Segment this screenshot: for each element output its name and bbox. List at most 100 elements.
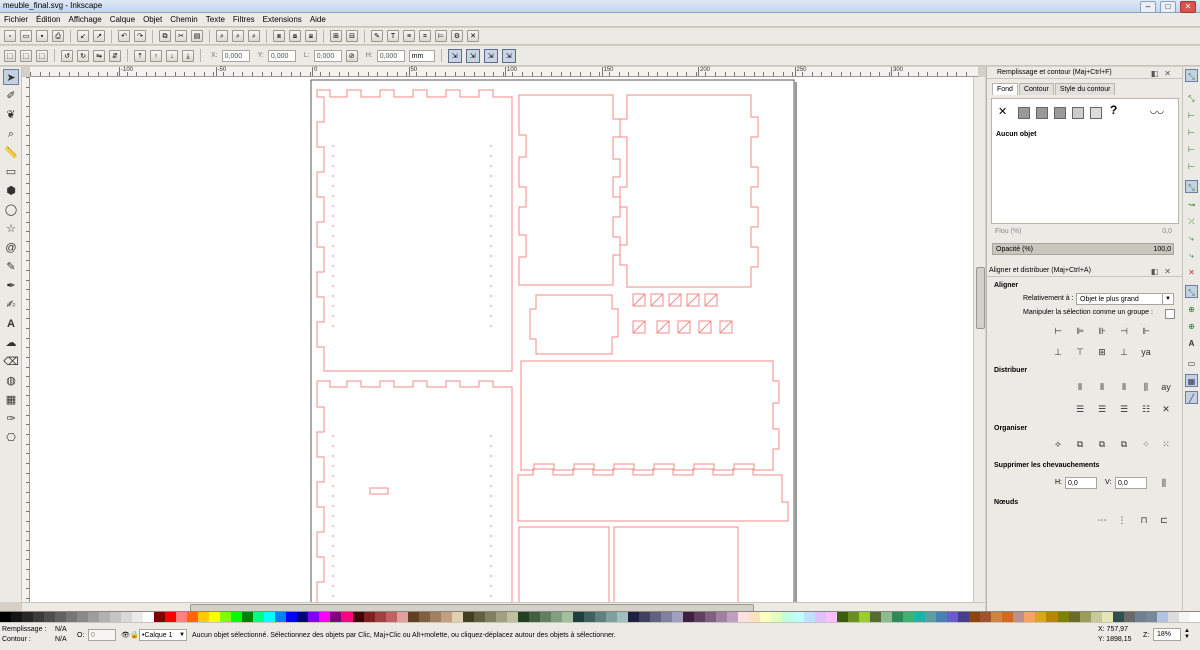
palette-swatch[interactable]: [1189, 612, 1200, 622]
menu-texte[interactable]: Texte: [206, 15, 225, 24]
zoom-tool-icon[interactable]: ⌕: [3, 126, 19, 142]
print-icon[interactable]: ⎙: [52, 30, 64, 42]
gradient-tool-icon[interactable]: ▦: [3, 392, 19, 408]
connector-tool-icon[interactable]: ⎔: [3, 430, 19, 446]
pencil-tool-icon[interactable]: ✎: [3, 259, 19, 275]
palette-swatch[interactable]: [385, 612, 397, 622]
palette-swatch[interactable]: [66, 612, 78, 622]
palette-swatch[interactable]: [1024, 612, 1036, 622]
menu-filtres[interactable]: Filtres: [233, 15, 255, 24]
lower-bottom-icon[interactable]: ⤓: [182, 49, 194, 62]
unlink-clone-icon[interactable]: ⧆: [305, 30, 317, 42]
randomize-icon[interactable]: ⁘: [1139, 437, 1153, 451]
snap-guides-icon[interactable]: ╱: [1185, 391, 1198, 404]
fill-rule-icon[interactable]: ◡◡: [1150, 106, 1164, 115]
calligraphy-tool-icon[interactable]: ✍: [3, 297, 19, 313]
maximize-button[interactable]: □: [1160, 1, 1176, 13]
palette-swatch[interactable]: [363, 612, 375, 622]
zoom-selection-icon[interactable]: ⌕: [216, 30, 228, 42]
palette-swatch[interactable]: [771, 612, 783, 622]
ungroup-icon[interactable]: ⊟: [346, 30, 358, 42]
align-right-icon[interactable]: ⊣: [1117, 324, 1131, 338]
distribute-nodes-h-icon[interactable]: ⊓: [1137, 513, 1151, 527]
pattern-icon[interactable]: [1072, 107, 1084, 119]
palette-swatch[interactable]: [1057, 612, 1069, 622]
palette-swatch[interactable]: [1068, 612, 1080, 622]
palette-swatch[interactable]: [572, 612, 584, 622]
palette-swatch[interactable]: [738, 612, 750, 622]
align-left-to-right-icon[interactable]: ⊩: [1139, 324, 1153, 338]
distribute-center-h-icon[interactable]: ⫴: [1095, 380, 1109, 394]
new-document-icon[interactable]: ▫: [4, 30, 16, 42]
distribute-left-icon[interactable]: ⫴: [1073, 380, 1087, 394]
snap-text-baseline-icon[interactable]: A: [1185, 337, 1198, 350]
palette-swatch[interactable]: [77, 612, 89, 622]
palette-swatch[interactable]: [583, 612, 595, 622]
menu-chemin[interactable]: Chemin: [170, 15, 198, 24]
tweak-tool-icon[interactable]: ❦: [3, 107, 19, 123]
palette-swatch[interactable]: [33, 612, 45, 622]
palette-swatch[interactable]: [793, 612, 805, 622]
overlap-v-input[interactable]: 0,0: [1115, 477, 1147, 489]
spray-tool-icon[interactable]: ☁: [3, 335, 19, 351]
align-right-to-left-icon[interactable]: ⊢: [1051, 324, 1065, 338]
close-button[interactable]: ✕: [1180, 1, 1196, 13]
palette-swatch[interactable]: [1134, 612, 1146, 622]
eraser-tool-icon[interactable]: ⌫: [3, 354, 19, 370]
tab-contour[interactable]: Contour: [1018, 83, 1054, 95]
align-bottom-icon[interactable]: ⊥: [1117, 345, 1131, 359]
palette-swatch[interactable]: [88, 612, 100, 622]
opacity-value[interactable]: 100,0: [1153, 244, 1171, 256]
palette-swatch[interactable]: [396, 612, 408, 622]
rotate-cw-icon[interactable]: ↻: [77, 49, 89, 62]
palette-swatch[interactable]: [187, 612, 199, 622]
palette-swatch[interactable]: [0, 612, 12, 622]
palette-swatch[interactable]: [914, 612, 926, 622]
distribute-baseline-icon[interactable]: ay: [1159, 380, 1173, 394]
clone-icon[interactable]: ⧇: [289, 30, 301, 42]
transform-gradients-toggle[interactable]: ⇲: [483, 48, 498, 63]
fill-status-value[interactable]: N/A: [55, 626, 67, 633]
palette-swatch[interactable]: [264, 612, 276, 622]
align-bottom-to-top-icon[interactable]: ⊥: [1051, 345, 1065, 359]
layer-lock-icon[interactable]: 🔒: [130, 631, 139, 639]
scale-stroke-toggle[interactable]: ⇲: [447, 48, 462, 63]
palette-swatch[interactable]: [352, 612, 364, 622]
palette-swatch[interactable]: [693, 612, 705, 622]
fill-stroke-dialog-icon[interactable]: ✎: [371, 30, 383, 42]
linear-gradient-icon[interactable]: [1036, 107, 1048, 119]
palette-swatch[interactable]: [649, 612, 661, 622]
palette-swatch[interactable]: [198, 612, 210, 622]
palette-swatch[interactable]: [925, 612, 937, 622]
palette-swatch[interactable]: [1013, 612, 1025, 622]
unclump-icon[interactable]: ⁙: [1159, 437, 1173, 451]
paste-icon[interactable]: ▤: [191, 30, 203, 42]
palette-swatch[interactable]: [275, 612, 287, 622]
transform-patterns-toggle[interactable]: ⇲: [501, 48, 516, 63]
align-left-icon[interactable]: ⊫: [1073, 324, 1087, 338]
palette-swatch[interactable]: [947, 612, 959, 622]
zoom-spin-icon[interactable]: ▲ ▼: [1184, 628, 1190, 640]
palette-swatch[interactable]: [561, 612, 573, 622]
menu-calque[interactable]: Calque: [110, 15, 135, 24]
pen-tool-icon[interactable]: ✒: [3, 278, 19, 294]
text-tool-icon[interactable]: A: [3, 316, 19, 332]
flip-vertical-icon[interactable]: ⇵: [109, 49, 121, 62]
width-input[interactable]: 0,000: [313, 49, 342, 62]
align-baseline-icon[interactable]: ya: [1139, 345, 1153, 359]
distribute-baseline-v-icon[interactable]: ✕: [1159, 402, 1173, 416]
select-all-icon[interactable]: ⬚: [4, 49, 16, 62]
palette-swatch[interactable]: [473, 612, 485, 622]
snap-enable-icon[interactable]: ⤡: [1185, 69, 1198, 82]
opacity-status-input[interactable]: 0: [88, 629, 116, 641]
palette-swatch[interactable]: [462, 612, 474, 622]
palette-swatch[interactable]: [319, 612, 331, 622]
palette-swatch[interactable]: [451, 612, 463, 622]
center-vertical-axis-icon[interactable]: ⊪: [1095, 324, 1109, 338]
align-top-icon[interactable]: ⊤: [1073, 345, 1087, 359]
blur-slider[interactable]: Flou (%) 0,0: [992, 226, 1174, 238]
palette-swatch[interactable]: [517, 612, 529, 622]
spiral-tool-icon[interactable]: @: [3, 240, 19, 256]
palette-swatch[interactable]: [176, 612, 188, 622]
palette-swatch[interactable]: [539, 612, 551, 622]
